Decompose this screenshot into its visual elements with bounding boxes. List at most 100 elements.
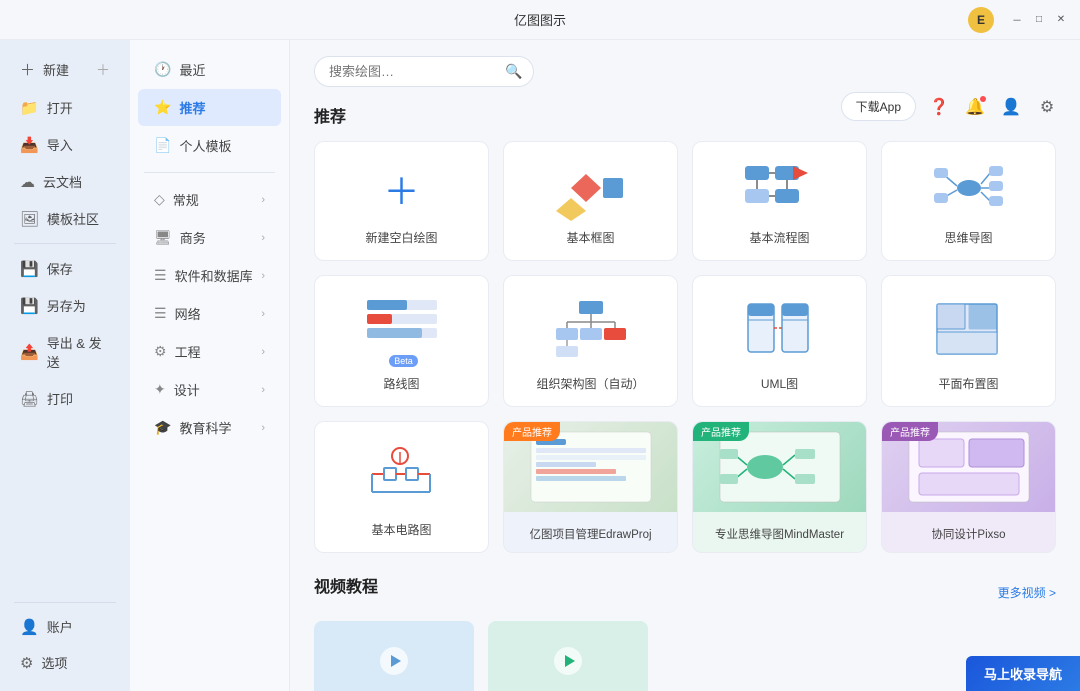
minimize-button[interactable]: － <box>1010 13 1024 27</box>
play-icon <box>379 646 409 676</box>
template-basic-flow[interactable]: 基本流程图 <box>692 141 867 261</box>
floor-svg <box>929 296 1009 361</box>
template-floorplan[interactable]: 平面布置图 <box>881 275 1056 407</box>
video-section: 视频教程 更多视频 > <box>314 573 1056 691</box>
product-badge-edrawproj: 产品推荐 <box>504 422 560 441</box>
template-label: 平面布置图 <box>938 375 998 392</box>
sidebar-item-save[interactable]: 💾 保存 <box>6 251 124 286</box>
frame-svg <box>551 156 631 221</box>
business-icon: 🖥 <box>154 229 172 246</box>
template-label: 亿图项目管理EdrawProj <box>504 520 677 552</box>
settings-button[interactable]: ⚙ <box>1034 94 1060 120</box>
download-app-button[interactable]: 下载App <box>841 92 916 121</box>
user-avatar[interactable]: E <box>968 7 994 33</box>
product-badge-mindmaster: 产品推荐 <box>693 422 749 441</box>
sidebar-bottom: 👤 账户 ⚙ 选项 <box>0 596 130 681</box>
frame-visual <box>518 156 663 221</box>
notification-dot <box>980 96 986 102</box>
export-icon: 📤 <box>20 343 39 361</box>
video-thumb-1[interactable] <box>314 621 474 691</box>
category-recent[interactable]: 🕐 最近 <box>138 51 281 88</box>
category-education[interactable]: 🎓 教育科学 › <box>138 409 281 446</box>
mindmap-visual <box>896 156 1041 221</box>
notification-button[interactable]: 🔔 <box>962 94 988 120</box>
template-label: 基本框图 <box>566 229 614 246</box>
help-button[interactable]: ❓ <box>926 94 952 120</box>
template-basic-frame[interactable]: 基本框图 <box>503 141 678 261</box>
general-arrow: › <box>261 194 265 206</box>
play-icon-2 <box>553 646 583 676</box>
folder-icon: 📁 <box>20 99 39 117</box>
sidebar-item-import[interactable]: 📥 导入 <box>6 127 124 162</box>
sidebar-item-account[interactable]: 👤 账户 <box>6 609 124 644</box>
sidebar-item-open[interactable]: 📁 打开 <box>6 90 124 125</box>
account-icon: 👤 <box>20 618 39 636</box>
template-label: 协同设计Pixso <box>882 520 1055 552</box>
engineering-arrow: › <box>261 346 265 358</box>
template-roadmap[interactable]: Beta 路线图 <box>314 275 489 407</box>
recent-icon: 🕐 <box>154 61 171 78</box>
sidebar-divider-2 <box>14 602 116 603</box>
template-grid: ＋ 新建空白绘图 基本框图 <box>314 141 1056 553</box>
search-bar: 🔍 <box>314 56 534 87</box>
category-design[interactable]: ✦ 设计 › <box>138 371 281 408</box>
video-thumbnails <box>314 621 1056 691</box>
main-content: 🔍 下载App ❓ 🔔 👤 ⚙ 推荐 ＋ 新建空白绘图 <box>290 40 1080 691</box>
sidebar-item-cloud[interactable]: ☁ 云文档 <box>6 164 124 199</box>
category-engineering[interactable]: ⚙ 工程 › <box>138 333 281 370</box>
sidebar-item-new[interactable]: ＋ 新建 ＋ <box>6 51 124 88</box>
maximize-button[interactable]: □ <box>1032 13 1046 27</box>
template-edrawproj[interactable]: 产品推荐 亿图项目管理EdrawProj <box>503 421 678 553</box>
sidebar-item-community[interactable]: 🖼 模板社区 <box>6 201 124 236</box>
template-circuit[interactable]: 基本电路图 <box>314 421 489 553</box>
video-section-title: 视频教程 <box>314 573 378 597</box>
category-recommend[interactable]: ⭐ 推荐 <box>138 89 281 126</box>
design-arrow: › <box>261 384 265 396</box>
category-software[interactable]: ☰ 软件和数据库 › <box>138 257 281 294</box>
recommend-icon: ⭐ <box>154 99 171 116</box>
app-title: 亿图图示 <box>514 10 566 29</box>
user-button[interactable]: 👤 <box>998 94 1024 120</box>
network-arrow: › <box>261 308 265 320</box>
category-general[interactable]: ◇ 常规 › <box>138 181 281 218</box>
product-badge-pixso: 产品推荐 <box>882 422 938 441</box>
category-business[interactable]: 🖥 商务 › <box>138 219 281 256</box>
circuit-svg <box>362 442 442 507</box>
template-mindmap[interactable]: 思维导图 <box>881 141 1056 261</box>
network-icon: ☰ <box>154 305 167 322</box>
top-actions: 下载App ❓ 🔔 👤 ⚙ <box>841 92 1060 121</box>
category-network[interactable]: ☰ 网络 › <box>138 295 281 332</box>
sidebar-item-print[interactable]: 🖨 打印 <box>6 381 124 416</box>
roadmap-svg <box>362 290 442 355</box>
roadmap-visual <box>329 290 474 355</box>
template-label: 基本流程图 <box>749 229 809 246</box>
education-icon: 🎓 <box>154 419 171 436</box>
template-label: 专业思维导图MindMaster <box>693 520 866 552</box>
more-videos-link[interactable]: 更多视频 > <box>998 584 1056 601</box>
plus-large-icon: ＋ <box>383 163 419 215</box>
template-uml[interactable]: UML图 <box>692 275 867 407</box>
new-extra-icon: ＋ <box>96 60 110 80</box>
circuit-visual <box>329 436 474 513</box>
template-pixso[interactable]: 产品推荐 协同设计Pixso <box>881 421 1056 553</box>
video-thumb-2[interactable] <box>488 621 648 691</box>
search-input[interactable] <box>329 64 505 79</box>
category-personal[interactable]: 📄 个人模板 <box>138 127 281 164</box>
template-label: UML图 <box>761 375 798 392</box>
sidebar-item-export[interactable]: 📤 导出 & 发送 <box>6 325 124 379</box>
uml-visual <box>707 290 852 367</box>
software-icon: ☰ <box>154 267 167 284</box>
sidebar-item-saveas[interactable]: 💾 另存为 <box>6 288 124 323</box>
template-new-blank[interactable]: ＋ 新建空白绘图 <box>314 141 489 261</box>
template-mindmaster[interactable]: 产品推荐 专业思维导图MindMaster <box>692 421 867 553</box>
engineering-icon: ⚙ <box>154 343 167 360</box>
sidebar-item-options[interactable]: ⚙ 选项 <box>6 645 124 680</box>
template-label: 思维导图 <box>944 229 992 246</box>
beta-badge: Beta <box>389 355 418 367</box>
category-nav: 🕐 最近 ⭐ 推荐 📄 个人模板 ◇ 常规 › 🖥 <box>130 40 290 691</box>
flow-visual <box>707 156 852 221</box>
org-svg <box>551 296 631 361</box>
template-org-chart[interactable]: 组织架构图（自动） <box>503 275 678 407</box>
title-bar: 亿图图示 E － □ ✕ <box>0 0 1080 40</box>
close-button[interactable]: ✕ <box>1054 13 1068 27</box>
